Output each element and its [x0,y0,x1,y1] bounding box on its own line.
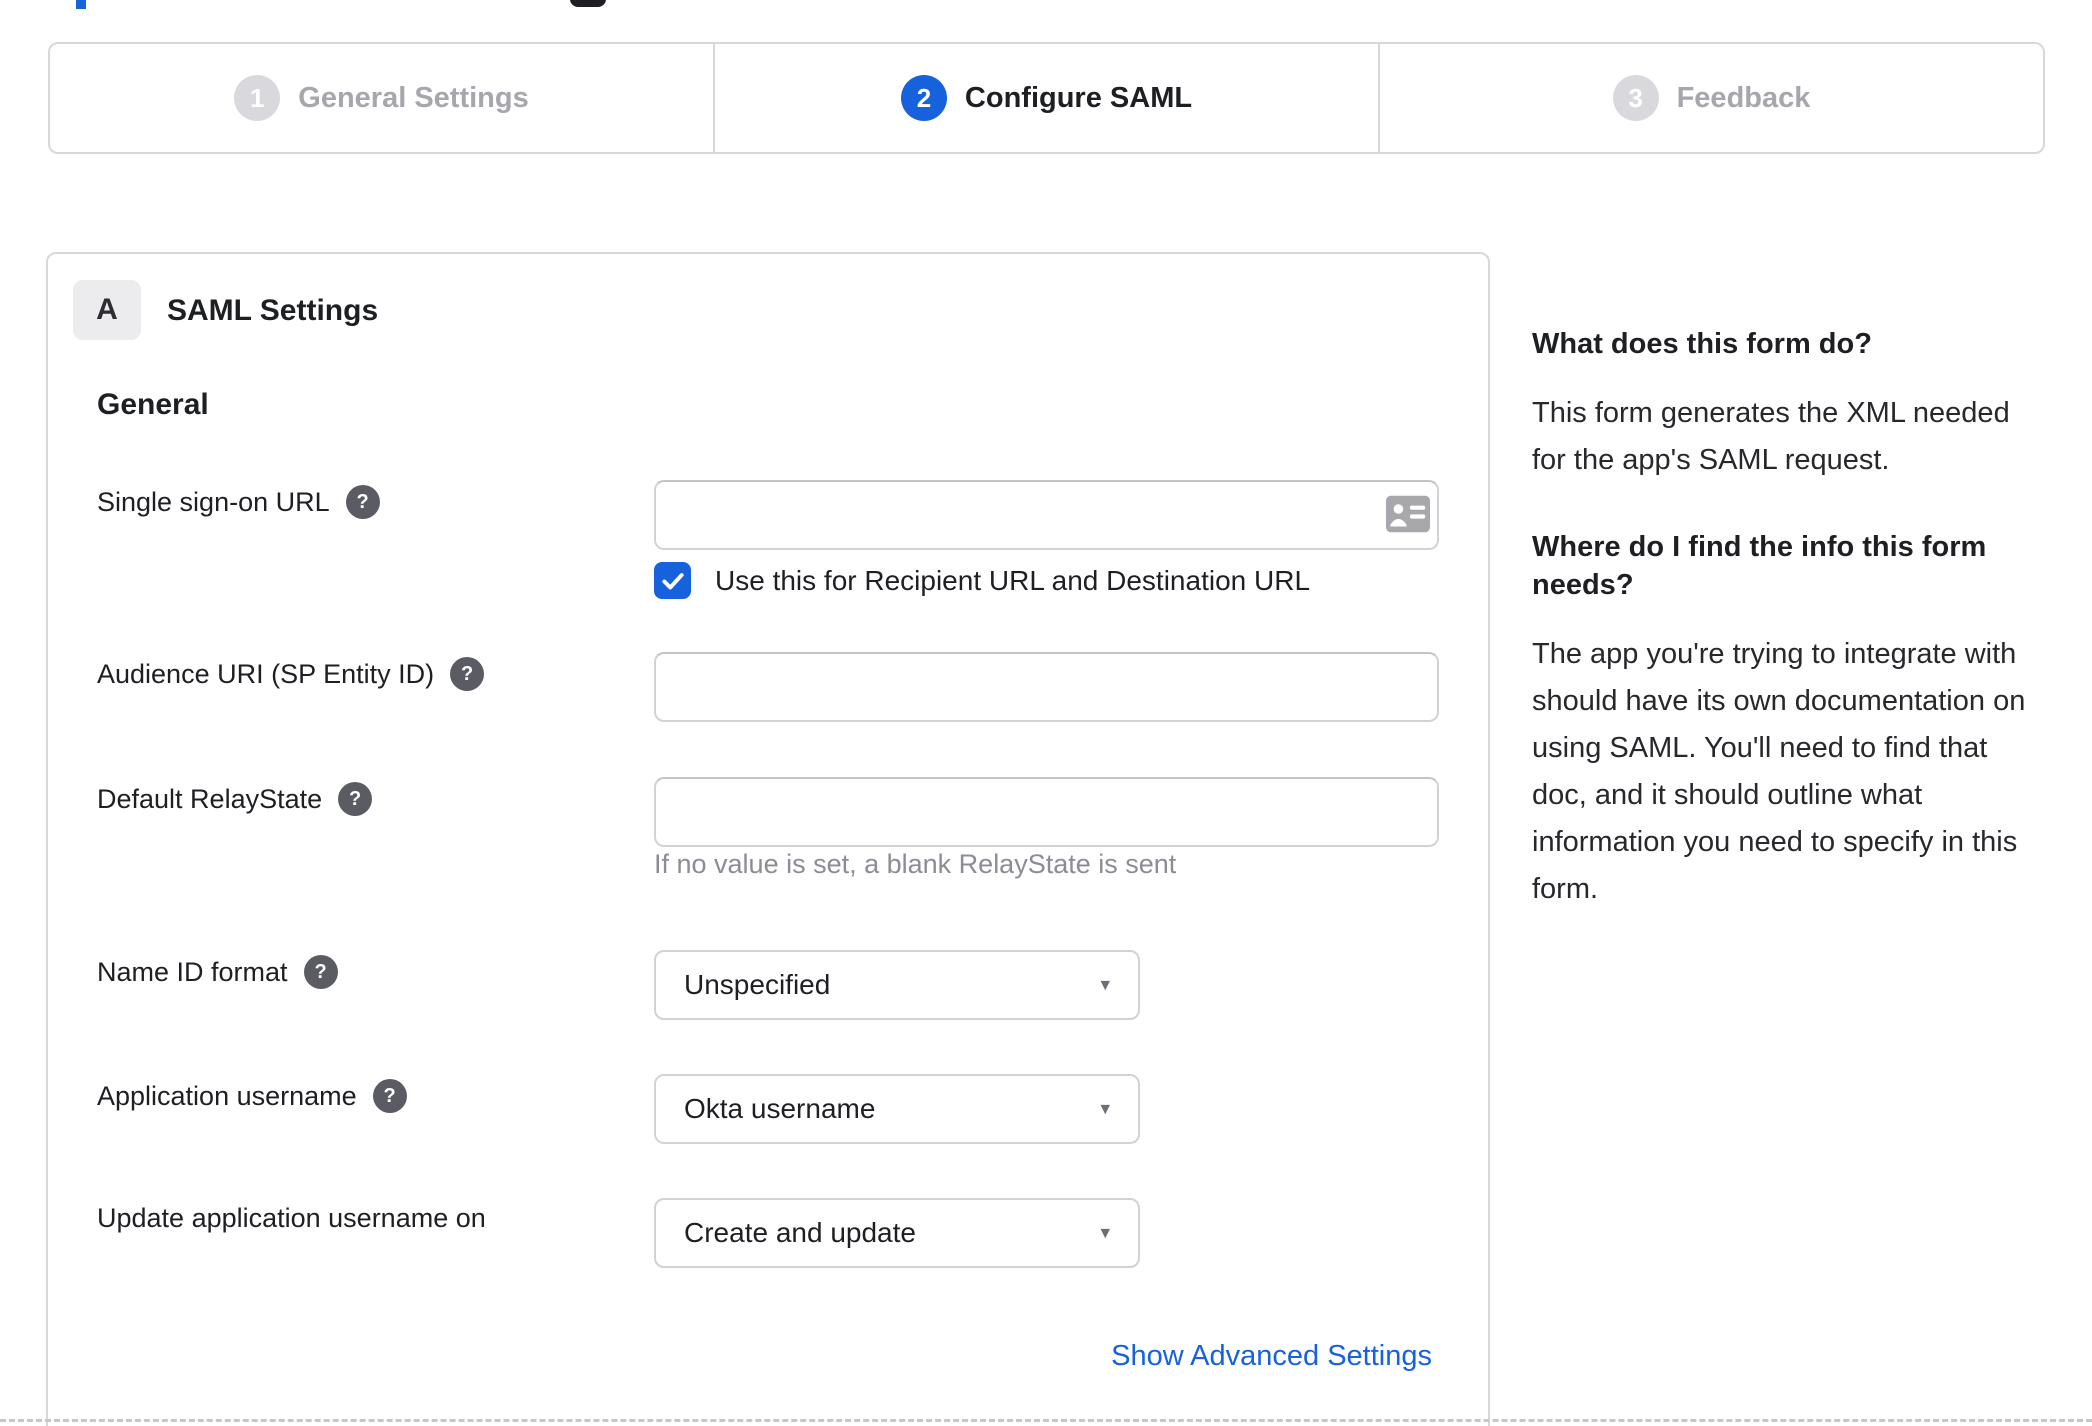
section-divider-dashed [0,1419,2092,1422]
wizard-stepper: 1 General Settings 2 Configure SAML 3 Fe… [48,42,2045,154]
app-username-select[interactable]: Okta username ▾ [654,1074,1140,1144]
page: 1 General Settings 2 Configure SAML 3 Fe… [0,0,2092,1426]
sidebar-paragraph-2: The app you're trying to integrate with … [1532,638,2026,905]
checkmark-icon [661,572,684,589]
relay-state-label-text: Default RelayState [97,783,323,814]
update-username-select[interactable]: Create and update ▾ [654,1198,1140,1268]
sidebar-heading-1: What does this form do? [1532,328,1872,360]
step-feedback[interactable]: 3 Feedback [1378,44,2043,152]
step-label: Configure SAML [964,81,1193,114]
step-label: Feedback [1676,81,1811,114]
sso-url-input[interactable] [654,480,1439,550]
step-general-settings[interactable]: 1 General Settings [50,44,713,152]
relay-state-hint: If no value is set, a blank RelayState i… [654,849,1177,879]
sso-url-label-text: Single sign-on URL [97,486,330,517]
step-label: General Settings [298,81,529,114]
sso-url-label: Single sign-on URL ? [97,485,380,519]
dropdown-arrow-icon: ▾ [1100,974,1110,996]
saml-settings-card: A SAML Settings General Single sign-on U… [46,252,1490,1426]
step-number-badge: 3 [1612,75,1659,121]
audience-uri-input[interactable] [654,652,1439,722]
relay-state-help-icon[interactable]: ? [338,782,373,816]
step-number-badge: 1 [234,75,281,121]
cut-off-header-element-fragment [570,0,606,7]
update-username-label-text: Update application username on [97,1203,486,1233]
general-section-heading: General [97,388,209,421]
name-id-format-help-icon[interactable]: ? [303,955,338,989]
cut-off-logo-fragment [76,0,86,9]
step-number-badge: 2 [900,75,947,121]
step-configure-saml[interactable]: 2 Configure SAML [713,44,1378,152]
app-username-help-icon[interactable]: ? [372,1079,407,1113]
audience-uri-label-text: Audience URI (SP Entity ID) [97,658,435,689]
show-advanced-settings-link[interactable]: Show Advanced Settings [1111,1340,1432,1373]
app-username-value: Okta username [684,1093,876,1124]
card-title: SAML Settings [167,294,379,327]
recipient-url-checkbox-row: Use this for Recipient URL and Destinati… [654,562,1310,599]
recipient-url-checkbox[interactable] [654,562,691,599]
app-username-label: Application username ? [97,1079,407,1113]
sidebar-heading-2: Where do I find the info this form needs… [1532,531,1987,601]
name-id-format-label: Name ID format ? [97,955,338,989]
dropdown-arrow-icon: ▾ [1100,1222,1110,1244]
section-a-badge: A [73,280,141,340]
relay-state-label: Default RelayState ? [97,782,373,816]
contact-card-icon [1385,495,1431,533]
name-id-format-select[interactable]: Unspecified ▾ [654,950,1140,1020]
recipient-url-checkbox-label: Use this for Recipient URL and Destinati… [715,564,1311,596]
update-username-label: Update application username on [97,1203,486,1234]
help-sidebar: What does this form do? This form genera… [1532,325,2056,957]
relay-state-input[interactable] [654,777,1439,847]
app-username-label-text: Application username [97,1080,357,1111]
audience-uri-help-icon[interactable]: ? [450,657,485,691]
sso-url-help-icon[interactable]: ? [345,485,380,519]
name-id-format-value: Unspecified [684,969,831,1000]
dropdown-arrow-icon: ▾ [1100,1098,1110,1120]
update-username-value: Create and update [684,1217,916,1248]
name-id-format-label-text: Name ID format [97,956,288,987]
audience-uri-label: Audience URI (SP Entity ID) ? [97,657,485,691]
sidebar-paragraph-1: This form generates the XML needed for t… [1532,397,2010,476]
